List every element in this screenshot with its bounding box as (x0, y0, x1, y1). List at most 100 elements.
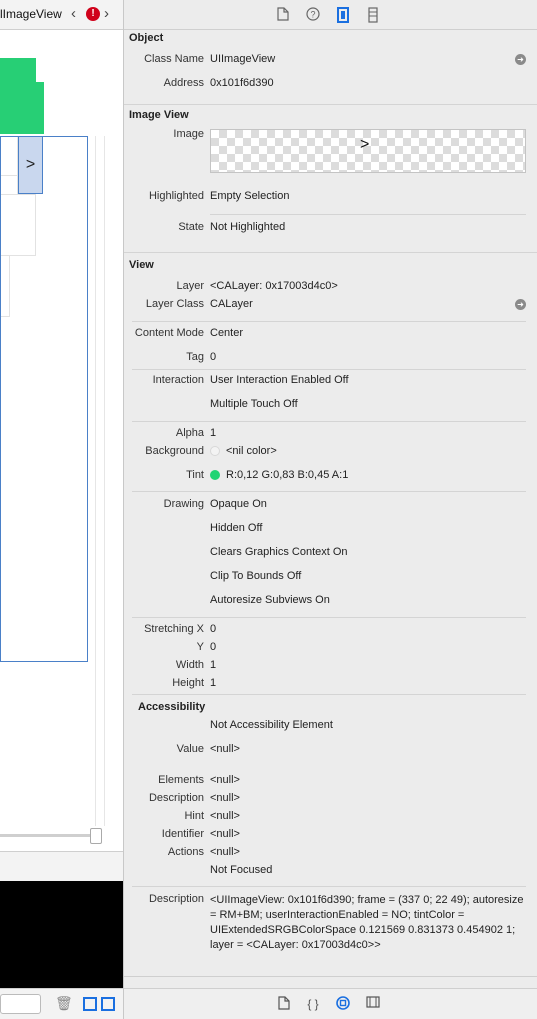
green-view-lower[interactable] (0, 82, 44, 134)
accessibility-value: <null> (210, 743, 240, 755)
identity-inspector-icon[interactable] (336, 7, 350, 23)
divider (132, 421, 526, 422)
arrow-right-circle-icon[interactable]: ➜ (515, 54, 526, 65)
autoresize-subviews-value: Autoresize Subviews On (210, 594, 330, 606)
stretching-y-label: Y (196, 641, 204, 653)
drawing-label: Drawing (163, 498, 204, 510)
elements-value: <null> (210, 774, 240, 786)
chevron-left-icon[interactable]: ‹ (71, 5, 76, 22)
console-area (0, 881, 123, 988)
selected-image-view[interactable]: > (18, 136, 43, 194)
inspector-pane: ? Object Class Name UIImageView ➜ Addres… (123, 0, 537, 1019)
code-snippet-icon[interactable]: { } (306, 996, 320, 1012)
svg-text:?: ? (310, 10, 315, 20)
alpha-value: 1 (210, 427, 217, 439)
accessibility-value-label: Value (176, 743, 204, 755)
file-template-icon[interactable] (277, 996, 291, 1012)
stretching-x-value: 0 (210, 623, 217, 635)
layer-value: <CALayer: 0x17003d4c0> (210, 280, 338, 292)
focused-value: Not Focused (210, 864, 273, 876)
actions-value: <null> (210, 846, 240, 858)
background-label: Background (145, 445, 204, 457)
divider (210, 214, 526, 215)
address-label: Address (163, 77, 204, 89)
chevron-right-icon[interactable]: > (360, 136, 369, 154)
description-value: <UIImageView: 0x101f6d390; frame = (337 … (210, 894, 524, 951)
media-library-icon[interactable] (366, 996, 380, 1012)
stretching-height-value: 1 (210, 677, 217, 689)
divider (132, 694, 526, 695)
zoom-slider[interactable] (0, 834, 96, 837)
tint-label: Tint (186, 469, 204, 481)
tag-value: 0 (210, 351, 217, 363)
guide-line (95, 136, 96, 826)
arrow-right-circle-icon[interactable]: ➜ (515, 299, 526, 310)
jump-bar-title[interactable]: lImageView (0, 7, 62, 21)
section-view-title: View (129, 259, 154, 271)
interaction-label: Interaction (152, 374, 204, 386)
hint-label: Hint (184, 810, 204, 822)
split-right-icon[interactable] (101, 997, 115, 1011)
opaque-value: Opaque On (210, 498, 267, 510)
selection-frame[interactable] (0, 136, 88, 662)
green-view[interactable] (0, 58, 36, 84)
trash-icon[interactable]: 🗑 (55, 995, 73, 1012)
accessibility-description-label: Description (148, 792, 204, 804)
stretching-width-value: 1 (210, 659, 217, 671)
file-inspector-icon[interactable] (276, 7, 290, 23)
class-name-value: UIImageView (210, 53, 276, 65)
alpha-label: Alpha (175, 427, 204, 439)
error-icon[interactable]: ! (86, 7, 100, 21)
inspector-tab-bar (124, 0, 537, 30)
tag-label: Tag (186, 351, 204, 363)
divider (124, 104, 537, 105)
divider (132, 321, 526, 322)
identifier-label: Identifier (161, 828, 204, 840)
split-left-icon[interactable] (83, 997, 97, 1011)
divider (132, 886, 526, 887)
zoom-slider-thumb[interactable] (90, 828, 102, 844)
hint-value: <null> (210, 810, 240, 822)
elements-label: Elements (158, 774, 204, 786)
canvas-pane: lImageView ‹ ! › > 🗑 (0, 0, 123, 1019)
clears-context-value: Clears Graphics Context On (210, 546, 348, 558)
stretching-height-label: Height (172, 677, 204, 689)
stretching-y-value: 0 (210, 641, 217, 653)
object-library-icon[interactable] (336, 996, 350, 1012)
stretching-width-label: Width (175, 659, 204, 671)
image-label: Image (173, 128, 204, 140)
divider (132, 369, 526, 370)
accessibility-description-value: <null> (210, 792, 240, 804)
interaction-value: User Interaction Enabled Off (210, 374, 349, 386)
description-label: Description (148, 893, 204, 905)
size-inspector-icon[interactable] (366, 7, 380, 23)
layer-class-label: Layer Class (145, 298, 204, 310)
clip-to-bounds-value: Clip To Bounds Off (210, 570, 302, 582)
multiple-touch-value: Multiple Touch Off (210, 398, 298, 410)
chevron-right-icon[interactable]: › (104, 5, 109, 22)
class-name-label: Class Name (144, 53, 204, 65)
divider (124, 976, 537, 977)
divider (124, 252, 537, 253)
section-image-view-title: Image View (129, 109, 189, 121)
highlighted-label: Highlighted (148, 190, 204, 202)
background-color-swatch (210, 446, 220, 456)
section-object-title: Object (129, 32, 164, 44)
tint-value: R:0,12 G:0,83 B:0,45 A:1 (226, 469, 349, 481)
library-tab-bar (124, 988, 537, 1019)
content-mode-value: Center (210, 327, 244, 339)
divider (132, 617, 526, 618)
section-accessibility-title: Accessibility (138, 701, 206, 713)
state-label: State (178, 221, 204, 233)
divider (132, 491, 526, 492)
tint-color-swatch (210, 470, 220, 480)
quick-help-icon[interactable]: ? (306, 7, 320, 23)
content-mode-label: Content Mode (134, 327, 204, 339)
filter-input[interactable] (0, 994, 41, 1014)
hidden-value: Hidden Off (210, 522, 263, 534)
identifier-value: <null> (210, 828, 240, 840)
accessibility-element-value: Not Accessibility Element (210, 719, 333, 731)
address-value: 0x101f6d390 (210, 77, 274, 89)
guide-line (104, 136, 105, 826)
background-value: <nil color> (226, 445, 277, 457)
